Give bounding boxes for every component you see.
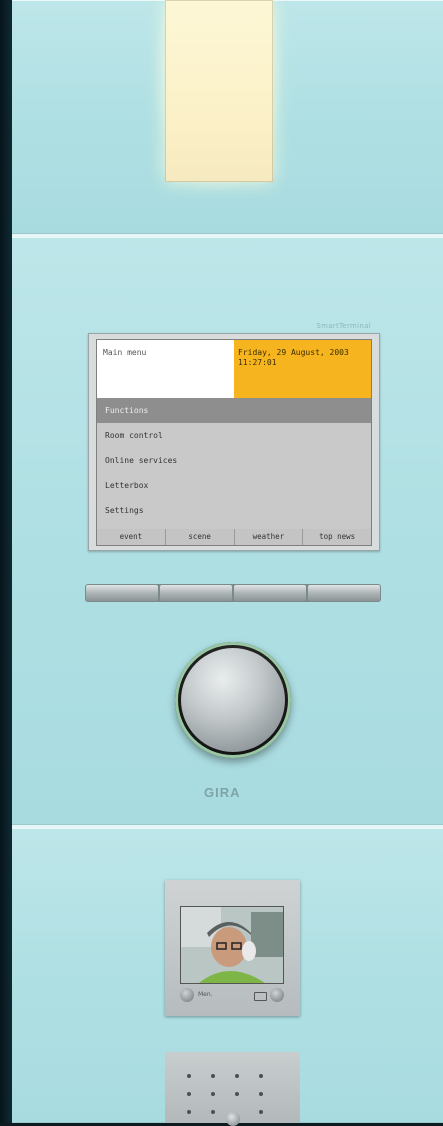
date-time-box: Friday, 29 August, 2003 11:27:01 bbox=[234, 340, 371, 398]
screen-title: Main menu bbox=[97, 340, 234, 398]
softkey-event[interactable]: event bbox=[97, 529, 165, 545]
display-screen: Main menu Friday, 29 August, 2003 11:27:… bbox=[96, 339, 372, 546]
time-text: 11:27:01 bbox=[238, 358, 277, 367]
hardware-button-1[interactable] bbox=[86, 585, 158, 601]
wall-edge bbox=[0, 0, 12, 1123]
speaker-hole bbox=[235, 1092, 239, 1096]
brand-logo: GIRA bbox=[204, 785, 241, 800]
hardware-button-4[interactable] bbox=[308, 585, 380, 601]
softkey-scene[interactable]: scene bbox=[164, 529, 234, 545]
speaker-hole bbox=[211, 1074, 215, 1078]
menu-item-functions[interactable]: Functions bbox=[97, 398, 371, 423]
speaker-hole bbox=[187, 1074, 191, 1078]
date-text: Friday, 29 August, 2003 bbox=[238, 348, 349, 357]
call-button[interactable] bbox=[226, 1112, 240, 1126]
door-open-button[interactable] bbox=[270, 988, 284, 1002]
video-feed-image bbox=[181, 907, 283, 983]
menu-item-letterbox[interactable]: Letterbox bbox=[97, 473, 371, 498]
video-menu-label: Men. bbox=[198, 991, 213, 998]
softkey-top-news[interactable]: top news bbox=[302, 529, 371, 545]
hardware-button-strip bbox=[85, 584, 381, 602]
device-model-label: SmartTerminal bbox=[316, 322, 371, 330]
speaker-hole bbox=[259, 1110, 263, 1114]
menu-item-room-control[interactable]: Room control bbox=[97, 423, 371, 448]
orientation-light bbox=[165, 0, 273, 182]
softkey-weather[interactable]: weather bbox=[233, 529, 303, 545]
screen-header: Main menu Friday, 29 August, 2003 11:27:… bbox=[97, 340, 371, 398]
speaker-hole bbox=[187, 1110, 191, 1114]
speaker-hole bbox=[211, 1110, 215, 1114]
speaker-hole bbox=[211, 1092, 215, 1096]
menu-item-settings[interactable]: Settings bbox=[97, 498, 371, 523]
door-key-icon bbox=[254, 992, 267, 1001]
rotary-knob[interactable] bbox=[181, 648, 285, 752]
speaker-hole bbox=[259, 1074, 263, 1078]
hardware-button-2[interactable] bbox=[160, 585, 232, 601]
video-screen bbox=[180, 906, 284, 984]
speaker-hole bbox=[235, 1074, 239, 1078]
hardware-button-3[interactable] bbox=[234, 585, 306, 601]
menu-item-online-services[interactable]: Online services bbox=[97, 448, 371, 473]
softkey-bar: event scene weather top news bbox=[97, 529, 371, 545]
speaker-hole bbox=[259, 1092, 263, 1096]
speaker-hole bbox=[187, 1092, 191, 1096]
video-menu-button[interactable] bbox=[180, 988, 194, 1002]
